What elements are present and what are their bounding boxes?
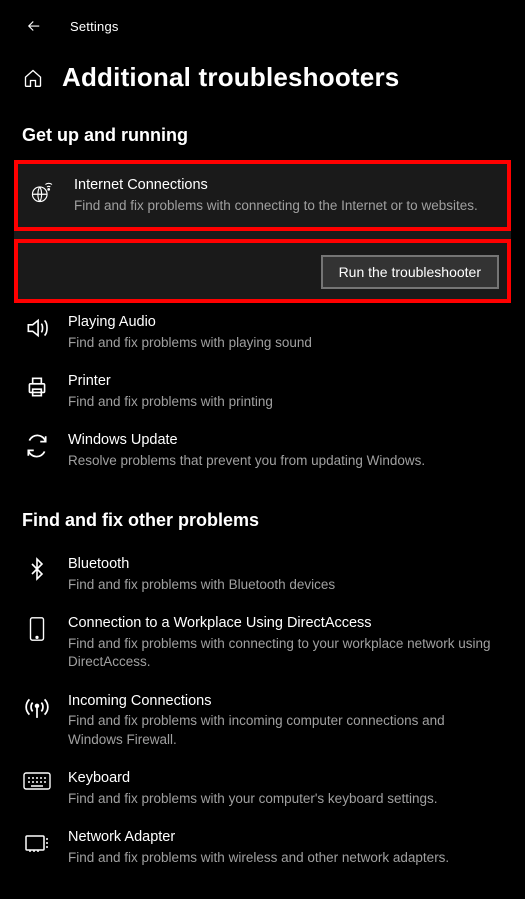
- troubleshooter-keyboard[interactable]: Keyboard Find and fix problems with your…: [14, 759, 511, 818]
- section-heading-other: Find and fix other problems: [14, 502, 511, 545]
- troubleshooter-playing-audio[interactable]: Playing Audio Find and fix problems with…: [14, 303, 511, 362]
- troubleshooter-internet-connections-expanded: Internet Connections Find and fix proble…: [14, 160, 511, 303]
- troubleshooter-windows-update[interactable]: Windows Update Resolve problems that pre…: [14, 421, 511, 480]
- arrow-left-icon: [25, 17, 43, 35]
- item-desc: Find and fix problems with printing: [68, 393, 501, 411]
- run-button-highlight: Run the troubleshooter: [14, 239, 511, 303]
- item-desc: Find and fix problems with your computer…: [68, 790, 501, 808]
- section-heading-get-up: Get up and running: [14, 117, 511, 160]
- globe-wifi-icon: [30, 178, 56, 204]
- item-title: Internet Connections: [74, 176, 497, 195]
- item-title: Keyboard: [68, 769, 501, 788]
- item-desc: Resolve problems that prevent you from u…: [68, 452, 501, 470]
- antenna-icon: [24, 694, 50, 720]
- item-desc: Find and fix problems with Bluetooth dev…: [68, 576, 501, 594]
- item-desc: Find and fix problems with connecting to…: [74, 197, 497, 215]
- item-title: Playing Audio: [68, 313, 501, 332]
- topbar: Settings: [0, 0, 525, 44]
- troubleshooter-bluetooth[interactable]: Bluetooth Find and fix problems with Blu…: [14, 545, 511, 604]
- troubleshooter-network-adapter[interactable]: Network Adapter Find and fix problems wi…: [14, 818, 511, 877]
- bluetooth-icon: [25, 557, 49, 581]
- troubleshooter-internet-connections[interactable]: Internet Connections Find and fix proble…: [14, 160, 511, 231]
- item-desc: Find and fix problems with incoming comp…: [68, 712, 501, 748]
- item-desc: Find and fix problems with wireless and …: [68, 849, 501, 867]
- item-desc: Find and fix problems with connecting to…: [68, 635, 501, 671]
- troubleshooter-incoming-connections[interactable]: Incoming Connections Find and fix proble…: [14, 682, 511, 759]
- item-title: Printer: [68, 372, 501, 391]
- speaker-icon: [24, 315, 50, 341]
- keyboard-icon: [23, 771, 51, 791]
- content: Get up and running Internet Connections …: [0, 99, 525, 877]
- item-title: Network Adapter: [68, 828, 501, 847]
- phone-device-icon: [26, 616, 48, 642]
- printer-icon: [24, 374, 50, 400]
- item-title: Bluetooth: [68, 555, 501, 574]
- app-title: Settings: [70, 19, 119, 34]
- page-title: Additional troubleshooters: [62, 62, 399, 93]
- troubleshooter-directaccess[interactable]: Connection to a Workplace Using DirectAc…: [14, 604, 511, 681]
- back-button[interactable]: [24, 16, 44, 36]
- network-adapter-icon: [24, 830, 50, 854]
- troubleshooter-printer[interactable]: Printer Find and fix problems with print…: [14, 362, 511, 421]
- page-header: Additional troubleshooters: [0, 44, 525, 99]
- run-troubleshooter-button[interactable]: Run the troubleshooter: [321, 255, 499, 289]
- home-icon[interactable]: [22, 67, 44, 89]
- item-desc: Find and fix problems with playing sound: [68, 334, 501, 352]
- item-title: Connection to a Workplace Using DirectAc…: [68, 614, 501, 633]
- item-title: Windows Update: [68, 431, 501, 450]
- sync-icon: [24, 433, 50, 459]
- item-title: Incoming Connections: [68, 692, 501, 711]
